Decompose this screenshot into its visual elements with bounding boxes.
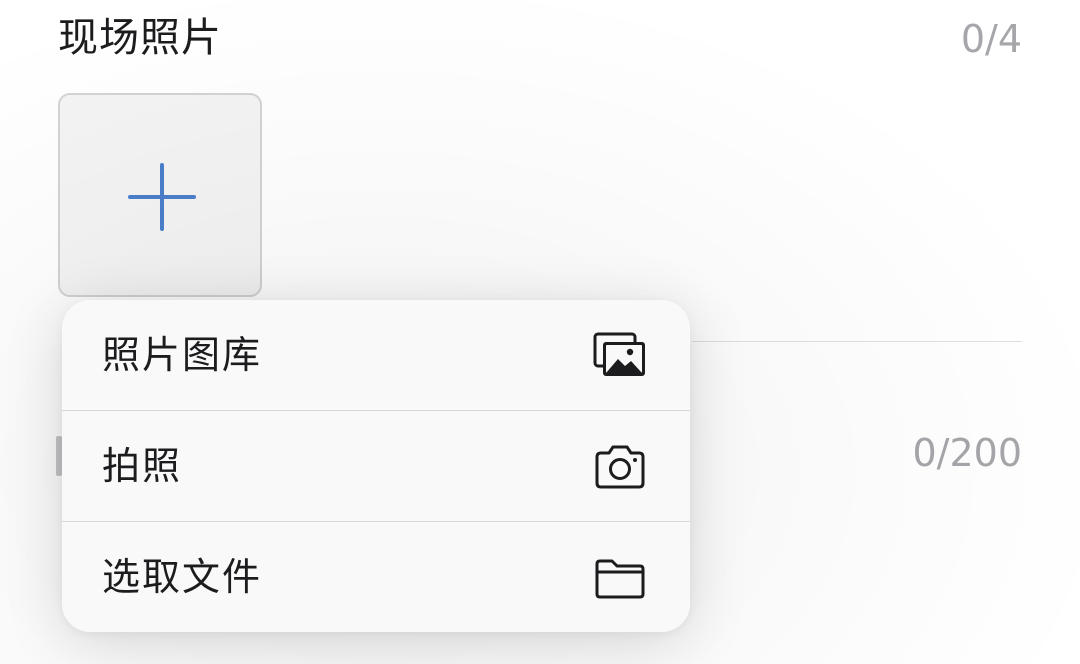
photo-count: 0/4: [960, 17, 1022, 61]
photo-library-icon: [593, 332, 645, 376]
section-divider: [692, 341, 1022, 342]
menu-item-label: 照片图库: [102, 333, 263, 377]
add-photo-button[interactable]: [58, 93, 262, 297]
menu-item-camera[interactable]: 拍照: [62, 411, 690, 521]
folder-icon: [595, 559, 645, 599]
camera-icon: [595, 445, 645, 489]
text-char-count: 0/200: [912, 431, 1022, 475]
menu-item-label: 拍照: [102, 444, 183, 488]
photo-source-menu: 照片图库 拍照 选取文件: [62, 300, 690, 632]
menu-item-choose-file[interactable]: 选取文件: [62, 522, 690, 632]
menu-item-photo-library[interactable]: 照片图库: [62, 300, 690, 410]
plus-icon: [128, 163, 196, 231]
section-title: 现场照片: [58, 15, 222, 61]
menu-item-label: 选取文件: [102, 555, 263, 599]
